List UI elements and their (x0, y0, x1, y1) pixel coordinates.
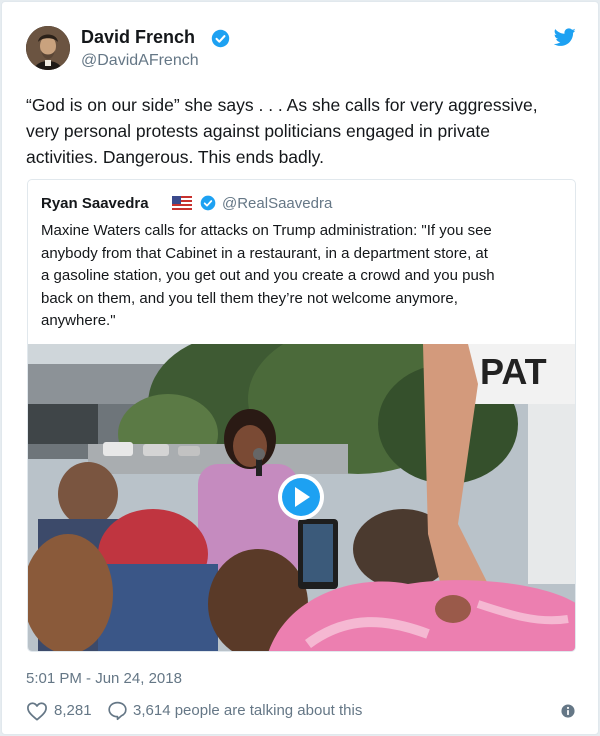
author-handle[interactable]: @DavidAFrench (81, 52, 199, 70)
like-count[interactable]: 8,281 (54, 702, 92, 719)
twitter-bird-icon[interactable] (554, 28, 576, 47)
us-flag-icon (172, 196, 192, 210)
quoted-text-line: anybody from that Cabinet in a restauran… (41, 244, 488, 262)
talking-count[interactable]: 3,614 people are talking about this (133, 702, 362, 719)
verified-badge-icon (211, 29, 230, 48)
tweet-actions: 8,281 3,614 people are talking about thi… (26, 700, 586, 722)
quoted-text-line: back on them, and you tell them they’re … (41, 289, 458, 307)
quoted-text-line: anywhere." (41, 312, 116, 330)
quoted-tweet[interactable]: Ryan Saavedra @RealSaavedra Maxine Water… (27, 179, 576, 652)
author-name[interactable]: David French (81, 27, 195, 48)
quoted-text-line: Maxine Waters calls for attacks on Trump… (41, 222, 492, 239)
tweet-text-line: very personal protests against politicia… (26, 121, 491, 141)
tweet-text-line: “God is on our side” she says . . . As s… (26, 95, 538, 115)
quoted-tweet-text: Maxine Waters calls for attacks on Trump… (41, 220, 566, 333)
quoted-author-handle[interactable]: @RealSaavedra (222, 195, 332, 212)
embedded-tweet-card: David French @DavidAFrench “God is on ou… (1, 1, 599, 735)
avatar-portrait (26, 26, 70, 70)
author-avatar[interactable] (26, 26, 70, 70)
info-icon[interactable] (561, 704, 575, 718)
speech-bubble-icon[interactable] (107, 700, 128, 721)
play-icon[interactable] (278, 474, 324, 520)
tweet-text-line: activities. Dangerous. This ends badly. (26, 147, 324, 167)
heart-icon[interactable] (26, 701, 48, 721)
quoted-author-name[interactable]: Ryan Saavedra (41, 195, 149, 212)
tweet-text: “God is on our side” she says . . . As s… (26, 92, 586, 170)
tweet-timestamp[interactable]: 5:01 PM - Jun 24, 2018 (26, 670, 182, 687)
video-thumbnail[interactable]: PAT (28, 344, 576, 652)
quoted-text-line: a gasoline station, you get out and you … (41, 267, 495, 285)
protest-sign-text: PAT (480, 351, 547, 392)
verified-badge-icon (200, 195, 216, 211)
